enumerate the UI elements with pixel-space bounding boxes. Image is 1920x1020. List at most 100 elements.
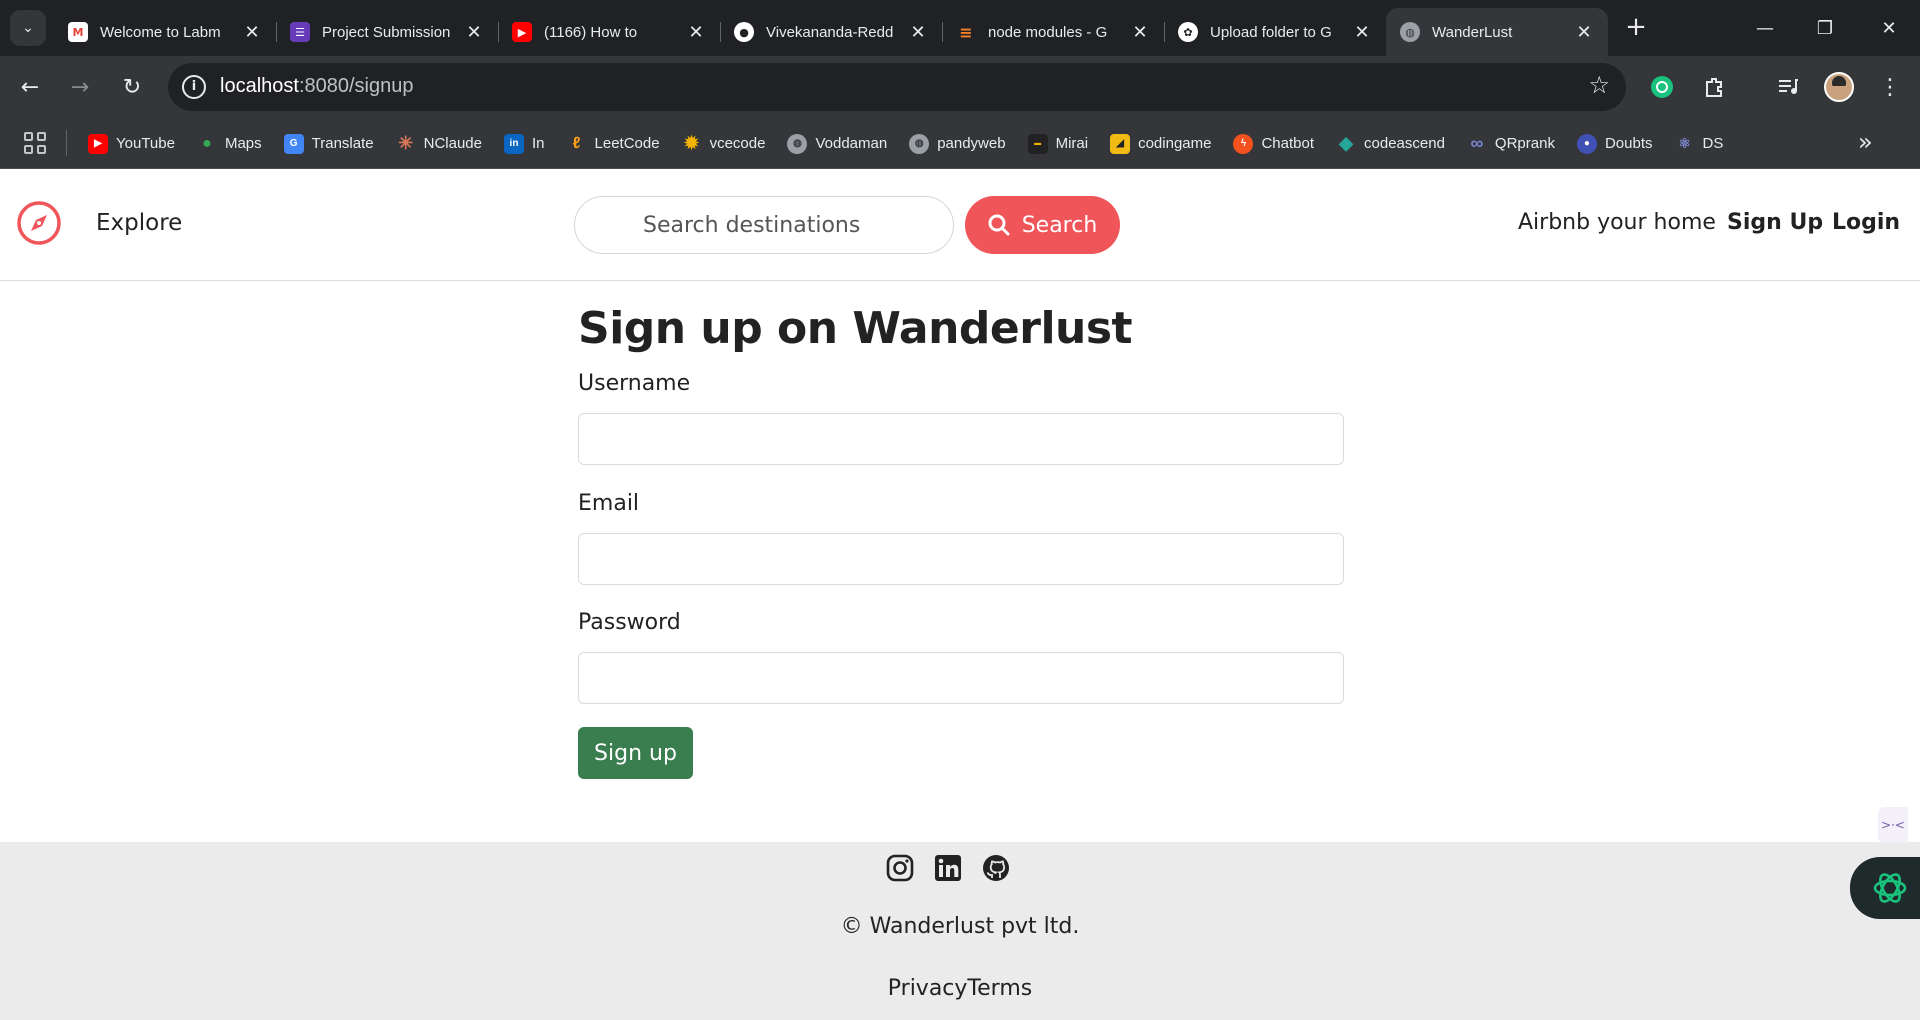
- extensions-icon[interactable]: [1696, 69, 1732, 105]
- bookmark-label: Chatbot: [1261, 135, 1315, 152]
- tab-strip: M Welcome to Labm ✕ ☰ Project Submission…: [54, 8, 1608, 56]
- media-control-icon[interactable]: [1770, 69, 1806, 105]
- url-text[interactable]: localhost:8080/signup: [220, 75, 413, 98]
- bookmark-codingame[interactable]: ◢ codingame: [1110, 133, 1211, 154]
- password-field[interactable]: [578, 652, 1344, 704]
- address-bar[interactable]: i localhost:8080/signup ☆: [168, 63, 1626, 111]
- search-input[interactable]: [574, 196, 954, 254]
- mirai-icon: ▬: [1027, 133, 1048, 154]
- browser-toolbar: ← → ↻ i localhost:8080/signup ☆ ⋮: [0, 56, 1920, 118]
- bookmark-label: Mirai: [1055, 135, 1089, 152]
- gmail-icon: M: [68, 22, 88, 42]
- explore-link[interactable]: Explore: [96, 210, 182, 236]
- bookmark-label: YouTube: [116, 135, 175, 152]
- menu-icon[interactable]: ⋮: [1872, 69, 1908, 105]
- search-button[interactable]: Search: [965, 196, 1120, 254]
- username-field[interactable]: [578, 413, 1344, 465]
- bookmark-mirai[interactable]: ▬ Mirai: [1027, 133, 1089, 154]
- tab-wanderlust[interactable]: ◍ WanderLust ✕: [1386, 8, 1608, 56]
- tab-search-button[interactable]: ⌄: [10, 10, 46, 46]
- signup-link[interactable]: Sign Up: [1727, 210, 1823, 235]
- bookmark-label: codeascend: [1364, 135, 1445, 152]
- tab-youtube[interactable]: ▶ (1166) How to ✕: [498, 8, 720, 56]
- bookmark-label: LeetCode: [594, 135, 660, 152]
- site-info-icon[interactable]: i: [182, 75, 206, 99]
- close-window-button[interactable]: ✕: [1864, 8, 1914, 48]
- vcecode-icon: ✹: [684, 133, 700, 153]
- bookmark-ds[interactable]: ⚛ DS: [1674, 134, 1723, 154]
- email-field[interactable]: [578, 533, 1344, 585]
- bookmark-nclaude[interactable]: ✳ NClaude: [396, 133, 482, 154]
- close-icon[interactable]: ✕: [1352, 22, 1372, 43]
- instagram-icon[interactable]: [886, 854, 914, 882]
- minimize-button[interactable]: —: [1740, 8, 1790, 48]
- login-link[interactable]: Login: [1832, 210, 1900, 235]
- bookmark-codeascend[interactable]: ◆ codeascend: [1336, 133, 1445, 154]
- bookmark-qrprank[interactable]: ∞ QRprank: [1467, 133, 1555, 154]
- signup-submit-button[interactable]: Sign up: [578, 727, 693, 779]
- close-icon[interactable]: ✕: [686, 22, 706, 43]
- username-label: Username: [578, 371, 691, 396]
- globe-icon: ◍: [1400, 22, 1420, 42]
- github-icon: ●: [734, 22, 754, 42]
- tab-title: node modules - G: [988, 23, 1108, 41]
- bookmark-label: In: [532, 135, 545, 152]
- tab-title: Vivekananda-Redd: [766, 23, 894, 41]
- reload-button[interactable]: ↻: [114, 69, 150, 105]
- search-icon: [988, 214, 1010, 236]
- tab-gmail[interactable]: M Welcome to Labm ✕: [54, 8, 276, 56]
- linkedin-icon[interactable]: [934, 854, 962, 882]
- globe-icon: ◍: [787, 133, 808, 154]
- tab-title: (1166) How to: [544, 23, 638, 41]
- bookmark-linkedin[interactable]: in In: [504, 133, 545, 154]
- tab-github[interactable]: ● Vivekananda-Redd ✕: [720, 8, 942, 56]
- bookmark-label: NClaude: [423, 135, 482, 152]
- close-icon[interactable]: ✕: [1130, 22, 1150, 43]
- bookmark-translate[interactable]: G Translate: [283, 133, 374, 154]
- close-icon[interactable]: ✕: [242, 22, 262, 43]
- close-icon[interactable]: ✕: [464, 22, 484, 43]
- forward-button[interactable]: →: [62, 69, 98, 105]
- bookmark-label: Translate: [311, 135, 374, 152]
- restore-button[interactable]: ❐: [1800, 8, 1850, 48]
- bookmark-doubts[interactable]: ● Doubts: [1576, 133, 1652, 154]
- new-tab-button[interactable]: +: [1620, 12, 1652, 44]
- tab-stackoverflow[interactable]: ≡ node modules - G ✕: [942, 8, 1164, 56]
- chevron-double-right-icon[interactable]: »: [1858, 128, 1873, 156]
- bookmark-maps[interactable]: ● Maps: [197, 134, 262, 154]
- reload-icon: ↻: [122, 74, 142, 100]
- close-icon[interactable]: ✕: [1574, 22, 1594, 43]
- bookmark-label: DS: [1702, 135, 1724, 152]
- ds-icon: ⚛: [1678, 135, 1691, 151]
- bookmark-label: Maps: [224, 135, 262, 152]
- bookmark-vcecode[interactable]: ✹ vcecode: [682, 133, 765, 154]
- bookmark-voddaman[interactable]: ◍ Voddaman: [787, 133, 887, 154]
- copyright-text: © Wanderlust pvt ltd.: [840, 914, 1080, 939]
- airbnb-your-home-link[interactable]: Airbnb your home: [1518, 210, 1716, 235]
- privacy-link[interactable]: Privacy: [888, 976, 968, 1001]
- bookmark-leetcode[interactable]: ℓ LeetCode: [567, 134, 660, 154]
- bookmark-list: ▶ YouTube ● Maps G Translate ✳ NClaude in In …: [88, 118, 1745, 169]
- site-navbar: Explore Search Airbnb your home Sign Up …: [0, 169, 1920, 281]
- tab-project-submission[interactable]: ☰ Project Submission ✕: [276, 8, 498, 56]
- chatgpt-extension-icon[interactable]: [1644, 69, 1680, 105]
- tab-chatgpt[interactable]: ✿ Upload folder to G ✕: [1164, 8, 1386, 56]
- terms-link[interactable]: Terms: [967, 976, 1032, 1001]
- arrow-left-icon: ←: [20, 74, 40, 100]
- compass-icon[interactable]: [16, 200, 62, 246]
- bookmark-youtube[interactable]: ▶ YouTube: [88, 133, 175, 154]
- github-icon[interactable]: [982, 854, 1010, 882]
- sidebar-toggle-icon[interactable]: >·<: [1878, 807, 1908, 843]
- page-title: Sign up on Wanderlust: [578, 303, 1133, 354]
- url-path: :8080/signup: [298, 75, 414, 97]
- bookmark-pandyweb[interactable]: ◍ pandyweb: [909, 133, 1006, 154]
- apps-grid-icon[interactable]: [24, 132, 46, 154]
- back-button[interactable]: ←: [12, 69, 48, 105]
- profile-avatar[interactable]: [1824, 72, 1854, 102]
- bookmark-star-icon[interactable]: ☆: [1588, 71, 1610, 99]
- codingame-icon: ◢: [1110, 133, 1131, 154]
- bookmark-chatbot[interactable]: ϟ Chatbot: [1233, 133, 1315, 154]
- chatgpt-floating-button[interactable]: [1850, 857, 1920, 919]
- chevron-down-icon: ⌄: [22, 20, 34, 36]
- close-icon[interactable]: ✕: [908, 22, 928, 43]
